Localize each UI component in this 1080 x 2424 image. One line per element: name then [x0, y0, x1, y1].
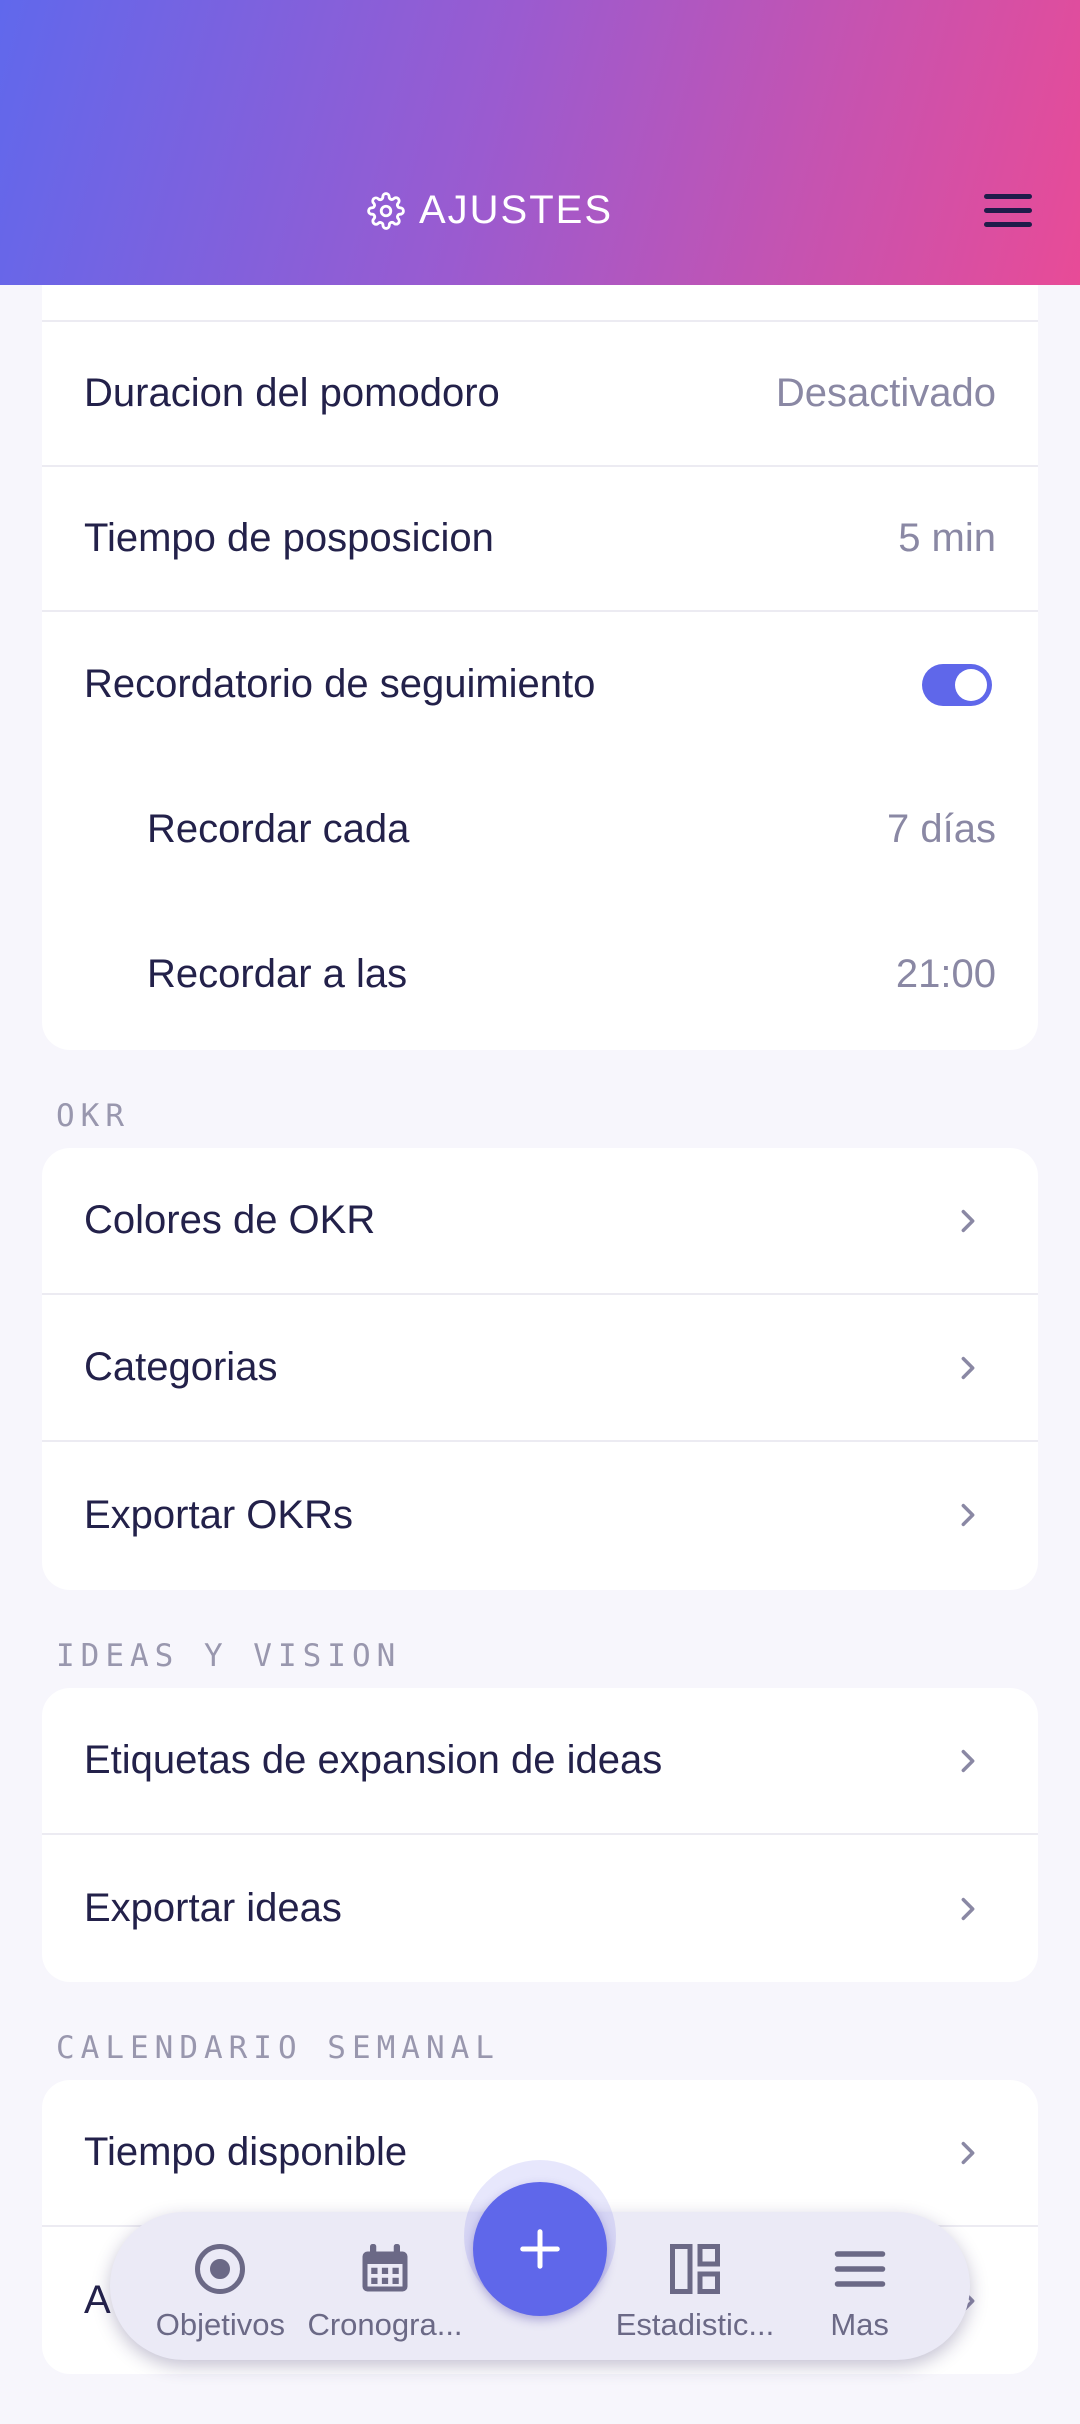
chevron-right-icon: [961, 1356, 975, 1379]
followup-reminder-row: Recordatorio de seguimiento: [42, 612, 1038, 757]
export-okrs-label: Exportar OKRs: [84, 1492, 353, 1537]
plus-icon: [520, 2229, 560, 2269]
remind-every-row[interactable]: Recordar cada 7 días: [42, 757, 1038, 902]
available-time-label: Tiempo disponible: [84, 2130, 408, 2174]
remind-every-label: Recordar cada: [147, 807, 410, 851]
okr-categories-row[interactable]: Categorias: [42, 1295, 1038, 1442]
chevron-right-icon: [961, 2141, 975, 2164]
chevron-right-icon: [961, 1209, 975, 1232]
pomodoro-settings-card: Duracion del pomodoro Desactivado Tiempo…: [42, 260, 1038, 1050]
calendar-second-label: A: [84, 2278, 111, 2322]
section-title-ideas: IDEAS Y VISION: [56, 1638, 402, 1674]
calendar-icon: [362, 2244, 408, 2292]
nav-objectives-label: Objetivos: [155, 2307, 285, 2342]
export-ideas-row[interactable]: Exportar ideas: [42, 1835, 1038, 1982]
pomodoro-duration-value: Desactivado: [775, 371, 996, 415]
followup-reminder-label: Recordatorio de seguimiento: [84, 662, 596, 706]
page-title-text: AJUSTES: [418, 188, 614, 232]
okr-colors-row[interactable]: Colores de OKR: [42, 1148, 1038, 1295]
nav-statistics-label: Estadistic...: [615, 2307, 775, 2342]
okr-categories-label: Categorias: [84, 1345, 278, 1389]
section-title-okr: OKR: [56, 1098, 130, 1134]
remind-at-value: 21:00: [895, 952, 996, 996]
idea-expansion-tags-row[interactable]: Etiquetas de expansion de ideas: [42, 1688, 1038, 1835]
remind-every-value: 7 días: [887, 807, 996, 851]
export-ideas-label: Exportar ideas: [84, 1886, 342, 1930]
idea-expansion-tags-label: Etiquetas de expansion de ideas: [84, 1738, 663, 1782]
nav-more[interactable]: Mas: [777, 2229, 942, 2343]
nav-objectives[interactable]: Objetivos: [138, 2229, 303, 2343]
pomodoro-duration-row[interactable]: Duracion del pomodoro Desactivado: [42, 322, 1038, 467]
nav-schedule[interactable]: Cronogra...: [303, 2229, 468, 2343]
page-title: AJUSTES: [0, 188, 980, 233]
gear-icon: [367, 191, 405, 230]
snooze-time-value: 5 min: [898, 516, 996, 560]
target-icon: [195, 2244, 246, 2294]
followup-reminder-toggle[interactable]: [922, 663, 992, 706]
hamburger-menu-button[interactable]: [984, 194, 1036, 234]
section-title-calendar: CALENDARIO SEMANAL: [56, 2030, 500, 2066]
okr-colors-label: Colores de OKR: [84, 1198, 376, 1242]
okr-settings-card: Colores de OKR Categorias Exportar OKRs: [42, 1148, 1038, 1590]
ideas-settings-card: Etiquetas de expansion de ideas Exportar…: [42, 1688, 1038, 1982]
export-okrs-row[interactable]: Exportar OKRs: [42, 1442, 1038, 1588]
dashboard-icon: [669, 2244, 720, 2294]
snooze-time-label: Tiempo de posposicion: [84, 516, 494, 560]
nav-schedule-label: Cronogra...: [307, 2307, 463, 2342]
chevron-right-icon: [961, 1749, 975, 1772]
remind-at-label: Recordar a las: [147, 952, 408, 996]
chevron-right-icon: [961, 1897, 975, 1920]
app-header: AJUSTES: [0, 0, 1080, 285]
remind-at-row[interactable]: Recordar a las 21:00: [42, 902, 1038, 1047]
add-fab-button[interactable]: [473, 2182, 607, 2316]
snooze-time-row[interactable]: Tiempo de posposicion 5 min: [42, 467, 1038, 612]
toggle-knob: [955, 668, 987, 701]
pomodoro-duration-label: Duracion del pomodoro: [84, 371, 500, 415]
chevron-right-icon: [961, 1503, 975, 1527]
nav-statistics[interactable]: Estadistic...: [613, 2229, 778, 2343]
nav-more-label: Mas: [830, 2307, 889, 2342]
menu-icon: [834, 2251, 885, 2287]
